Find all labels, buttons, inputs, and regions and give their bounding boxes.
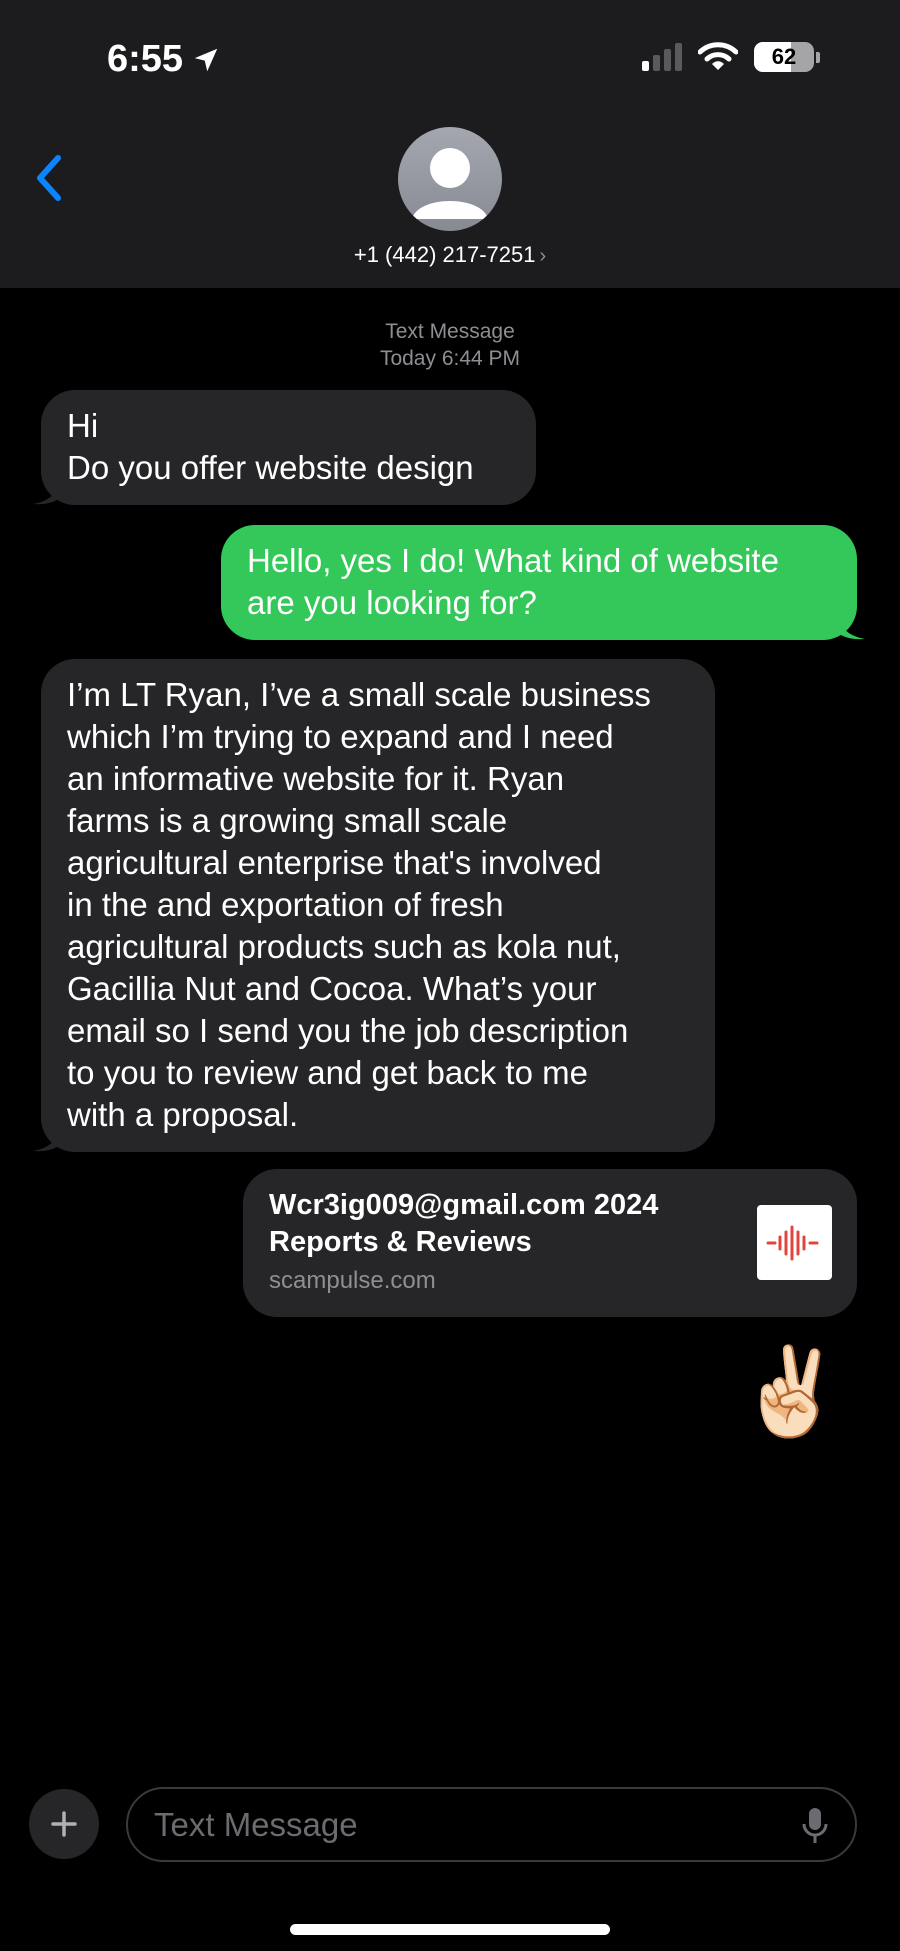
- received-message-bubble[interactable]: Hi Do you offer website design: [33, 390, 536, 505]
- contact-name[interactable]: +1 (442) 217-7251 ›: [0, 242, 900, 268]
- message-line: agricultural products such as kola nut,: [67, 928, 621, 965]
- link-preview-card[interactable]: Wcr3ig009@gmail.com 2024 Reports & Revie…: [243, 1169, 857, 1317]
- battery-tip: [816, 51, 820, 63]
- apps-plus-button[interactable]: [29, 1789, 99, 1859]
- message-line: agricultural enterprise that's involved: [67, 844, 602, 881]
- message-line: an informative website for it. Ryan: [67, 760, 565, 797]
- sent-message-bubble[interactable]: Hello, yes I do! What kind of website ar…: [221, 525, 865, 640]
- link-preview-thumbnail: [757, 1205, 832, 1280]
- message-line: I’m LT Ryan, I’ve a small scale business: [67, 676, 651, 713]
- back-chevron-icon[interactable]: [30, 152, 70, 204]
- location-arrow-icon: [194, 48, 218, 71]
- home-indicator[interactable]: [290, 1924, 610, 1935]
- message-input[interactable]: Text Message: [126, 1787, 857, 1862]
- bubble-tail: [837, 612, 865, 640]
- signal-icon: [642, 43, 682, 71]
- message-line: Hi: [67, 407, 99, 444]
- bubble-tail: [33, 477, 61, 505]
- message-line: are you looking for?: [247, 584, 537, 621]
- conversation-header: 6:55 62 +1 (442) 217-7251 ›: [0, 0, 900, 288]
- contact-number: +1 (442) 217-7251: [353, 242, 536, 267]
- message-input-placeholder: Text Message: [154, 1806, 358, 1843]
- battery-icon: 62: [754, 42, 814, 72]
- link-preview-domain: scampulse.com: [269, 1267, 436, 1294]
- message-line: Hello, yes I do! What kind of website: [247, 542, 779, 579]
- message-line: email so I send you the job description: [67, 1012, 629, 1049]
- message-line: in the and exportation of fresh: [67, 886, 504, 923]
- bubble-tail: [33, 1124, 61, 1152]
- avatar[interactable]: [398, 127, 502, 231]
- status-indicators: 62: [642, 42, 820, 72]
- link-title-line: Wcr3ig009@gmail.com 2024: [269, 1189, 659, 1221]
- message-line: with a proposal.: [67, 1096, 299, 1133]
- wifi-icon: [698, 42, 738, 70]
- message-line: farms is a growing small scale: [67, 802, 508, 839]
- battery-percent: 62: [771, 44, 797, 69]
- link-title-line: Reports & Reviews: [269, 1226, 532, 1258]
- message-line: Do you offer website design: [67, 449, 474, 486]
- mic-icon[interactable]: [801, 1806, 829, 1846]
- status-time: 6:55: [107, 38, 221, 81]
- message-timestamp: Today 6:44 PM: [379, 347, 521, 370]
- received-message-bubble[interactable]: I’m LT Ryan, I’ve a small scale business…: [33, 659, 715, 1152]
- avatar-icon: [412, 148, 488, 219]
- message-line: which I’m trying to expand and I need: [67, 718, 614, 755]
- plus-icon: [51, 1811, 77, 1837]
- link-preview-title: Wcr3ig009@gmail.com 2024 Reports & Revie…: [269, 1187, 729, 1261]
- time-label: 6:55: [107, 38, 184, 80]
- waveform-icon: [766, 1225, 818, 1260]
- emoji-message[interactable]: ✌🏻: [737, 1342, 844, 1442]
- message-service-label: Text Message: [385, 320, 515, 343]
- message-line: to you to review and get back to me: [67, 1054, 588, 1091]
- chevron-right-icon: ›: [539, 245, 547, 267]
- message-line: Gacillia Nut and Cocoa. What’s your: [67, 970, 597, 1007]
